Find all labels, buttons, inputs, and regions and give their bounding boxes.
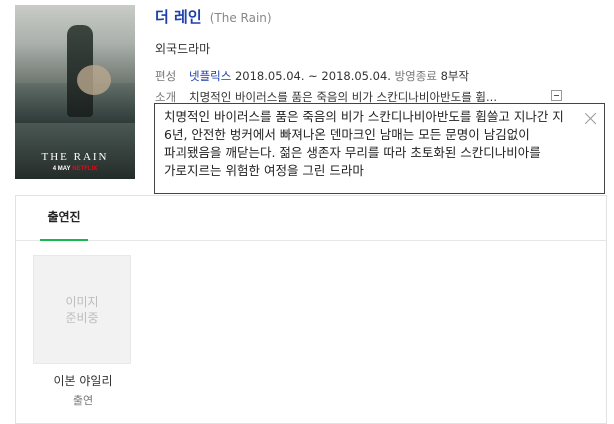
- tab-cast[interactable]: 출연진: [40, 196, 88, 241]
- poster-logo: THE RAIN: [41, 151, 109, 163]
- network-link[interactable]: 넷플릭스: [189, 69, 231, 83]
- collapse-description-button[interactable]: [551, 90, 562, 101]
- cast-tabbar: 출연진: [16, 196, 606, 241]
- description-short[interactable]: 치명적인 바이러스를 품은 죽음의 비가 스칸디나비아반도를 휩...: [189, 90, 497, 104]
- poster-date: 4 MAY: [52, 166, 71, 172]
- edit-label: 편성: [155, 69, 177, 83]
- close-icon[interactable]: [585, 112, 597, 124]
- air-dates: 2018.05.04. ~ 2018.05.04.: [234, 69, 391, 83]
- drama-genre: 외국드라마: [155, 42, 211, 56]
- cast-role: 출연: [72, 394, 94, 407]
- cast-image-placeholder[interactable]: 이미지 준비중: [33, 255, 131, 364]
- episode-count: 8부작: [440, 69, 470, 83]
- image-placeholder-text: 이미지 준비중: [65, 294, 99, 325]
- poster-brand: NETFLIX: [72, 166, 98, 172]
- drama-poster[interactable]: THE RAIN 4 MAY NETFLIX: [15, 5, 135, 179]
- drama-title-en: (The Rain): [209, 11, 272, 25]
- air-status: 방영종료: [394, 69, 437, 83]
- description-popup: 치명적인 바이러스를 품은 죽음의 비가 스칸디나비아반도를 휩쓸고 지나간 지…: [154, 103, 605, 194]
- cast-name[interactable]: 이본 야일리: [33, 372, 133, 389]
- cast-card[interactable]: 이미지 준비중 이본 야일리 출연: [33, 255, 133, 408]
- cast-section: 출연진 이미지 준비중 이본 야일리 출연: [15, 195, 607, 424]
- title-row: 더 레인 (The Rain): [155, 6, 272, 27]
- description-full: 치명적인 바이러스를 품은 죽음의 비가 스칸디나비아반도를 휩쓸고 지나간 지…: [164, 109, 564, 178]
- broadcast-info: 편성 넷플릭스 2018.05.04. ~ 2018.05.04. 방영종료 8부…: [155, 68, 469, 84]
- poster-release: 4 MAY NETFLIX: [15, 166, 135, 172]
- drama-title[interactable]: 더 레인: [155, 8, 202, 26]
- poster-figure-head: [77, 65, 111, 95]
